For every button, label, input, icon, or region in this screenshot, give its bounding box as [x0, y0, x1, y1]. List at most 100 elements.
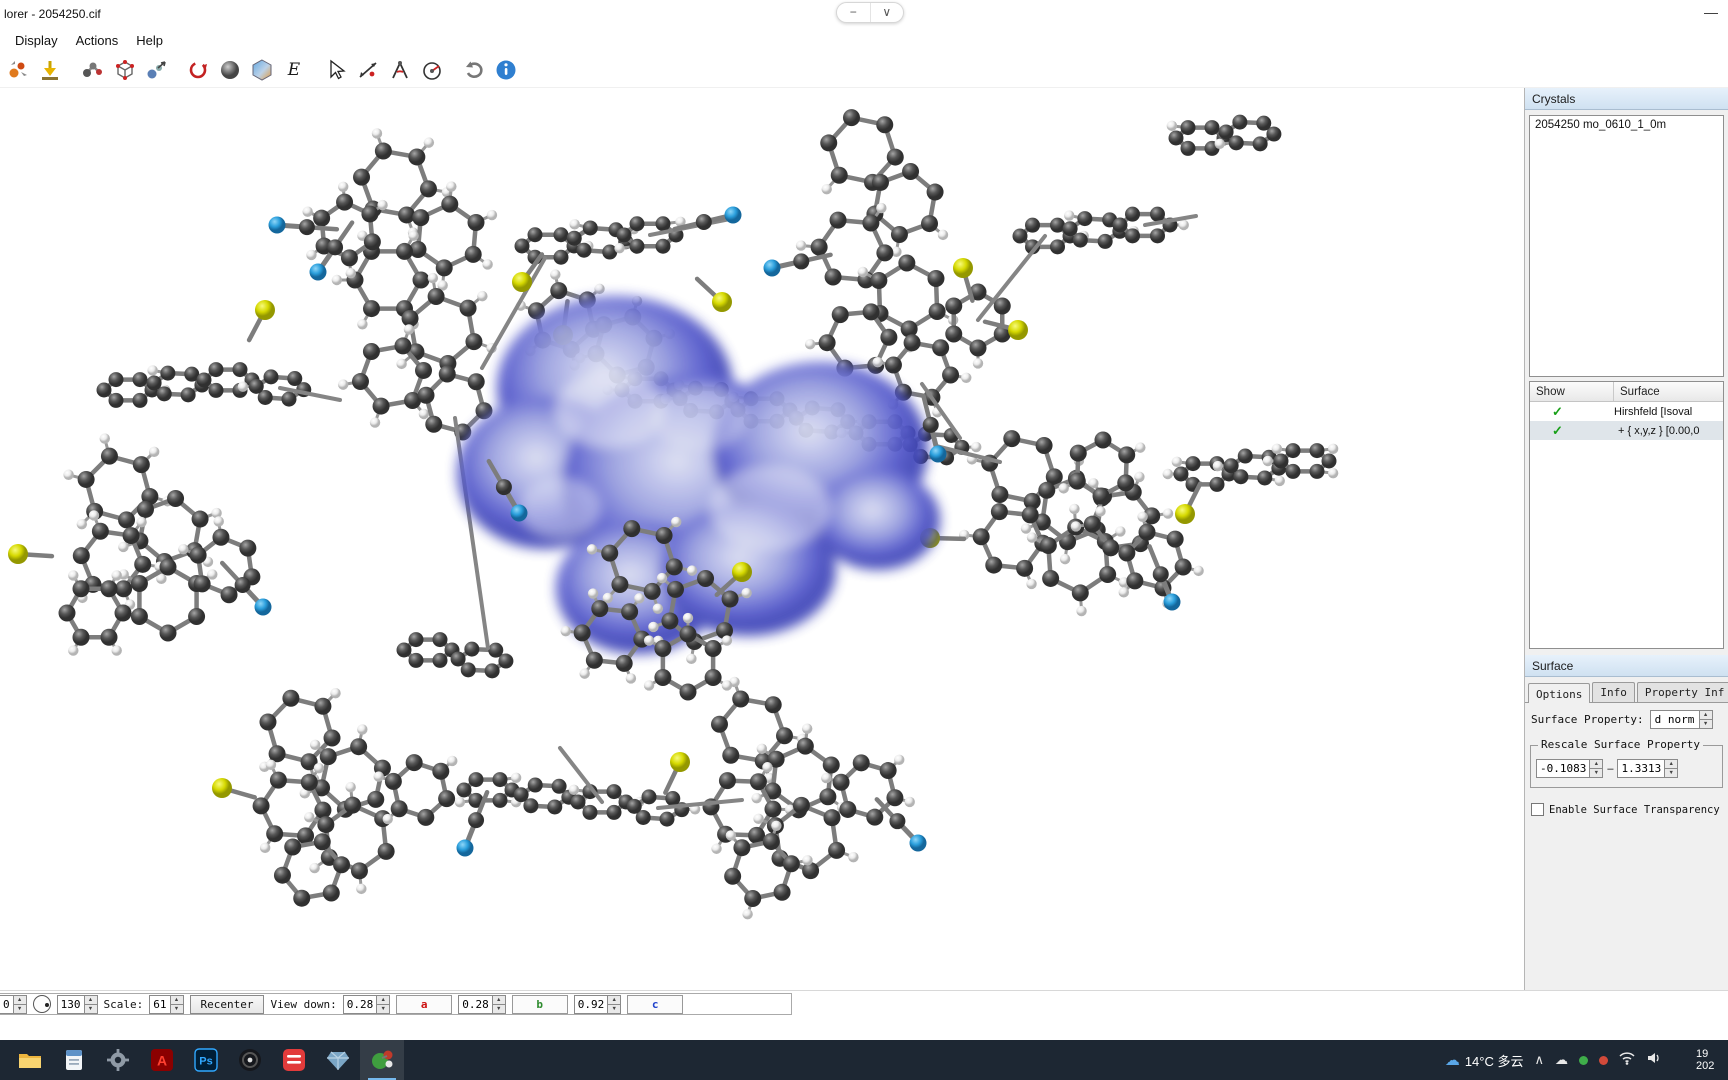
surface-table-header: Show Surface — [1530, 382, 1723, 402]
tab-options[interactable]: Options — [1528, 683, 1591, 703]
surface-table[interactable]: Show Surface ✓ Hirshfeld [Isoval ✓ + { x… — [1529, 381, 1724, 649]
spin-down-icon: ▼ — [1590, 769, 1603, 777]
spinner-buttons[interactable]: ▲ ▼ — [12, 995, 26, 1013]
spin-down-icon: ▼ — [492, 1004, 505, 1013]
surface-icon[interactable] — [247, 55, 277, 85]
range-dash: – — [1607, 762, 1614, 775]
red-chinese-app-icon[interactable] — [272, 1040, 316, 1080]
measure-radius-icon[interactable] — [417, 55, 447, 85]
spin-up-icon: ▲ — [1699, 711, 1712, 720]
title-bar: lorer - 2054250.cif − ∨ — — [0, 0, 1728, 28]
rescale-range-row: -0.1083 ▲ ▼ – 1.3313 ▲ ▼ — [1536, 759, 1718, 778]
spin-up-icon: ▲ — [1590, 760, 1603, 769]
reset-red-icon[interactable] — [183, 55, 213, 85]
spinner-buttons[interactable]: ▲ ▼ — [169, 995, 183, 1013]
scale-spinbox[interactable]: 61 ▲ ▼ — [149, 994, 184, 1014]
molecule-arrow-icon[interactable] — [141, 55, 171, 85]
spin-down-icon: ▼ — [13, 1004, 26, 1013]
recenter-button[interactable]: Recenter — [189, 994, 265, 1014]
pill-minimize-button[interactable]: − — [837, 3, 871, 22]
bottom-control-bar: 0 ▲ ▼ 130 ▲ ▼ Scale: 61 ▲ ▼ Recenter View d… — [0, 990, 1728, 1016]
atoms-icon[interactable] — [77, 55, 107, 85]
taskbar-clock[interactable]: 19 202 — [1696, 1048, 1726, 1072]
info-icon[interactable] — [491, 55, 521, 85]
tray-status-green-icon[interactable] — [1579, 1055, 1588, 1065]
axis-c-button[interactable]: c — [627, 994, 684, 1014]
sphere-icon[interactable] — [215, 55, 245, 85]
photoshop-icon[interactable]: Ps — [184, 1040, 228, 1080]
unit-cell-icon[interactable] — [109, 55, 139, 85]
axis-b-button[interactable]: b — [511, 994, 568, 1014]
surface-property-row: Surface Property: d norm ▲ ▼ — [1525, 703, 1728, 733]
taskbar-apps: A Ps — [0, 1040, 404, 1080]
photoshop-letters: Ps — [199, 1056, 212, 1068]
wifi-icon[interactable] — [1619, 1051, 1635, 1070]
generate-fragments-icon[interactable] — [3, 55, 33, 85]
rotation-dial[interactable] — [32, 995, 51, 1013]
spinner-buttons[interactable]: ▲ ▼ — [83, 995, 97, 1013]
tab-property-info[interactable]: Property Inf — [1636, 682, 1728, 702]
spinner-buttons[interactable]: ▲ ▼ — [607, 995, 621, 1013]
transparency-checkbox[interactable] — [1531, 803, 1544, 816]
axis-c-spinbox[interactable]: 0.92 ▲ ▼ — [573, 994, 622, 1014]
surface-tabs: Options Info Property Inf — [1525, 677, 1728, 703]
rescale-groupbox: Rescale Surface Property -0.1083 ▲ ▼ – 1.… — [1530, 738, 1723, 788]
viewport-3d[interactable] — [0, 88, 1524, 990]
file-explorer-icon[interactable] — [8, 1040, 52, 1080]
measure-angle-icon[interactable] — [385, 55, 415, 85]
spinner-buttons[interactable]: ▲ ▼ — [376, 995, 390, 1013]
window-minimize-button[interactable]: — — [1700, 4, 1722, 20]
menu-display[interactable]: Display — [6, 30, 67, 51]
axis-c-value: 0.92 — [577, 997, 605, 1011]
spin-up-icon: ▲ — [1665, 760, 1678, 769]
show-check-icon[interactable]: ✓ — [1530, 423, 1614, 439]
settings-gear-icon[interactable] — [96, 1040, 140, 1080]
save-structure-icon[interactable] — [35, 55, 65, 85]
axis-a-button[interactable]: a — [396, 994, 453, 1014]
measure-distance-icon[interactable] — [353, 55, 383, 85]
tray-cloud-icon[interactable]: ☁ — [1555, 1052, 1568, 1068]
menu-help[interactable]: Help — [127, 30, 172, 51]
menu-actions[interactable]: Actions — [67, 30, 128, 51]
spinner-buttons[interactable]: ▲ ▼ — [491, 995, 505, 1013]
axis-b-spinbox[interactable]: 0.28 ▲ ▼ — [458, 994, 506, 1014]
crystal-file-icon[interactable] — [316, 1040, 360, 1080]
crystals-list[interactable]: 2054250 mo_0610_1_0m — [1529, 115, 1724, 377]
tab-info[interactable]: Info — [1592, 682, 1635, 702]
document-app-icon[interactable] — [52, 1040, 96, 1080]
angle-spinbox[interactable]: 130 ▲ ▼ — [56, 994, 98, 1014]
media-player-icon[interactable] — [228, 1040, 272, 1080]
surface-row-label: + { x,y,z } [0.00,0 — [1618, 424, 1700, 437]
volume-icon[interactable] — [1646, 1051, 1662, 1070]
acrobat-icon[interactable]: A — [140, 1040, 184, 1080]
toolbar: E — [0, 52, 1728, 88]
undo-icon[interactable] — [459, 55, 489, 85]
tray-status-red-icon[interactable] — [1599, 1055, 1608, 1065]
windows-taskbar: A Ps ☁ 14°C 多云 ∧ ☁ 19 202 — [0, 1040, 1728, 1080]
spinner-buttons[interactable]: ▲ ▼ — [1664, 760, 1678, 777]
surface-header: Surface — [1525, 655, 1728, 677]
window-title: lorer - 2054250.cif — [4, 7, 101, 21]
table-row[interactable]: ✓ Hirshfeld [Isoval — [1530, 402, 1723, 421]
spinner-buttons[interactable]: ▲ ▼ — [1589, 760, 1603, 777]
pill-chevron-button[interactable]: ∨ — [871, 3, 904, 22]
surface-property-select[interactable]: d norm ▲ ▼ — [1649, 710, 1713, 729]
spin-down-icon: ▼ — [608, 1004, 621, 1013]
column-surface: Surface — [1620, 385, 1660, 398]
axis-a-spinbox[interactable]: 0.28 ▲ ▼ — [342, 994, 391, 1014]
select-cursor-icon[interactable] — [321, 55, 351, 85]
max-property-spinbox[interactable]: 1.3313 ▲ ▼ — [1617, 759, 1679, 778]
spinner-buttons[interactable]: ▲ ▼ — [1698, 711, 1712, 728]
weather-widget[interactable]: ☁ 14°C 多云 — [1445, 1051, 1524, 1070]
min-property-spinbox[interactable]: -0.1083 ▲ ▼ — [1536, 759, 1604, 778]
crystal-list-item[interactable]: 2054250 mo_0610_1_0m — [1530, 116, 1723, 134]
show-check-icon[interactable]: ✓ — [1530, 404, 1614, 420]
crystalexplorer-app-icon[interactable] — [360, 1040, 404, 1080]
spin-down-icon: ▼ — [84, 1004, 97, 1013]
acrobat-letter: A — [157, 1053, 167, 1069]
energy-icon[interactable]: E — [279, 55, 309, 85]
table-row[interactable]: ✓ + { x,y,z } [0.00,0 — [1530, 421, 1723, 440]
tray-chevron-up-icon[interactable]: ∧ — [1534, 1052, 1544, 1068]
spin-down-icon: ▼ — [1665, 769, 1678, 777]
rotation-spinbox[interactable]: 0 ▲ ▼ — [0, 994, 27, 1014]
